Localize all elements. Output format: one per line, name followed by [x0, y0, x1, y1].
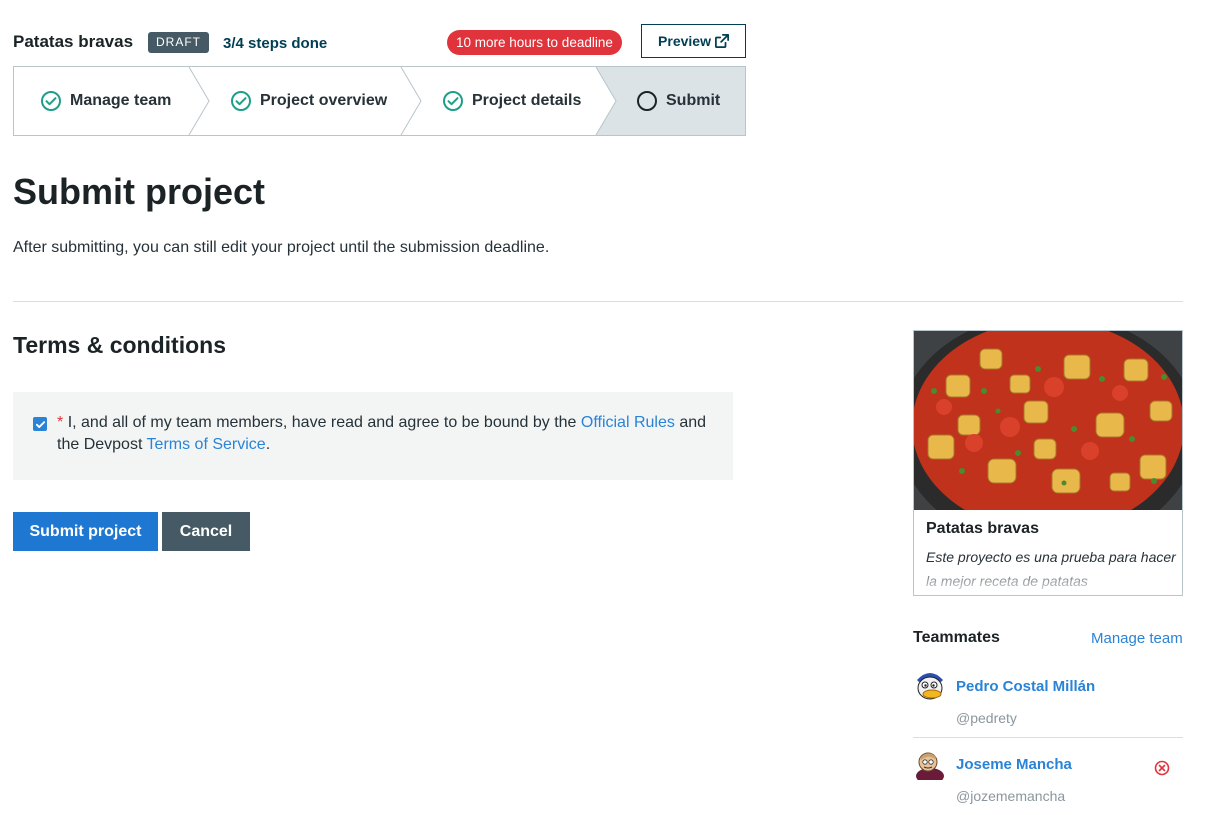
external-link-icon — [714, 34, 729, 48]
teammate-row: Pedro Costal Millán @pedrety — [913, 666, 1183, 738]
page-title: Submit project — [13, 171, 266, 212]
step-label: Manage team — [70, 92, 172, 109]
page-subtitle: After submitting, you can still edit you… — [13, 239, 550, 256]
step-label: Submit — [666, 92, 721, 109]
empty-circle-icon — [637, 91, 657, 111]
teammate-row: Joseme Mancha @jozememancha — [913, 744, 1183, 815]
terms-checkbox[interactable] — [33, 417, 47, 431]
card-fade — [914, 561, 1182, 595]
divider — [13, 301, 1183, 302]
check-circle-icon — [41, 91, 61, 111]
terms-box: * I, and all of my team members, have re… — [13, 392, 733, 480]
remove-teammate-icon[interactable] — [1154, 760, 1170, 776]
card-title: Patatas bravas — [926, 520, 1039, 537]
project-header: Patatas bravas DRAFT 3/4 steps done 10 m… — [13, 24, 746, 58]
terms-label: * I, and all of my team members, have re… — [57, 412, 717, 456]
manage-team-link[interactable]: Manage team — [1091, 630, 1183, 647]
cancel-button[interactable]: Cancel — [162, 512, 250, 551]
step-project-details[interactable]: Project details — [442, 67, 581, 135]
teammate-handle: @pedrety — [956, 710, 1017, 726]
avatar[interactable] — [913, 746, 947, 780]
terms-heading: Terms & conditions — [13, 332, 226, 358]
terms-of-service-link[interactable]: Terms of Service — [147, 436, 266, 453]
project-card[interactable]: Patatas bravas Este proyecto es una prue… — [913, 330, 1183, 596]
submit-project-button[interactable]: Submit project — [13, 512, 158, 551]
preview-button-label: Preview — [658, 33, 711, 49]
terms-text-end: . — [265, 436, 271, 453]
teammate-handle: @jozememancha — [956, 788, 1066, 804]
teammate-name[interactable]: Joseme Mancha — [956, 756, 1072, 773]
step-submit[interactable]: Submit — [636, 67, 720, 135]
official-rules-link[interactable]: Official Rules — [581, 414, 675, 431]
teammates-heading: Teammates — [913, 629, 1000, 646]
deadline-badge: 10 more hours to deadline — [447, 30, 622, 55]
progress-stepper: Manage team Project overview Project det… — [13, 66, 746, 136]
project-thumbnail — [914, 331, 1182, 510]
step-project-overview[interactable]: Project overview — [230, 67, 387, 135]
step-manage-team[interactable]: Manage team — [40, 67, 171, 135]
step-label: Project details — [472, 92, 582, 109]
steps-progress: 3/4 steps done — [223, 35, 328, 52]
teammate-divider — [913, 737, 1183, 738]
preview-button[interactable]: Preview — [641, 24, 746, 58]
checkmark-icon — [35, 420, 45, 428]
check-circle-icon — [231, 91, 251, 111]
check-circle-icon — [443, 91, 463, 111]
terms-text-part: I, and all of my team members, have read… — [67, 414, 577, 431]
draft-badge: DRAFT — [148, 32, 209, 53]
avatar[interactable] — [913, 668, 947, 702]
step-label: Project overview — [260, 92, 388, 109]
project-name: Patatas bravas — [13, 32, 134, 51]
required-mark: * — [57, 414, 64, 431]
food-image — [914, 331, 1182, 510]
teammate-name[interactable]: Pedro Costal Millán — [956, 678, 1095, 695]
